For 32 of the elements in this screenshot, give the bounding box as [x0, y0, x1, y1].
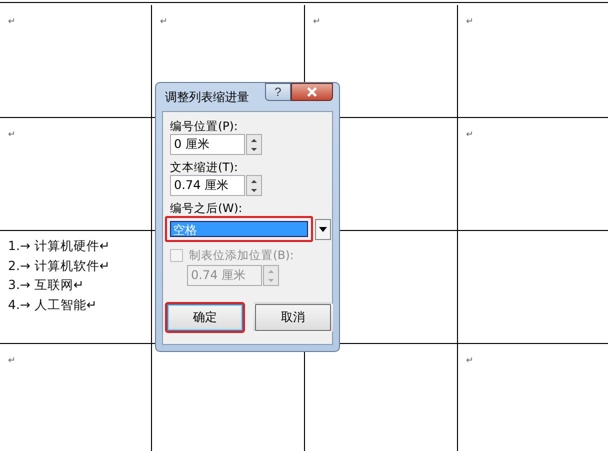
checkbox-label: 制表位添加位置(B): [189, 248, 294, 262]
cancel-button[interactable]: 取消 [253, 302, 333, 333]
dropdown-arrow-button[interactable] [315, 218, 331, 240]
list-item: 3.→ 互联网↵ [8, 276, 85, 294]
dropdown-value: 空格 [170, 221, 308, 237]
caret-icon [319, 226, 327, 232]
paragraph-mark: ↵ [466, 356, 474, 366]
field-label: 文本缩进(T): [170, 159, 238, 175]
field-label: 编号位置(P): [170, 118, 238, 134]
spin-arrows-icon [268, 268, 274, 282]
spin-arrows-icon [251, 138, 257, 152]
paragraph-mark: ↵ [8, 356, 16, 366]
close-icon [306, 87, 318, 97]
spin-buttons[interactable] [246, 134, 262, 155]
ok-button[interactable]: 确定 [165, 302, 245, 333]
list-item: 4.→ 人工智能↵ [8, 296, 98, 314]
spin-buttons[interactable] [246, 175, 262, 196]
paragraph-mark: ↵ [466, 130, 474, 140]
close-button[interactable] [291, 83, 333, 101]
number-position-field[interactable]: 0 厘米 [170, 134, 245, 155]
list-item: 2.→ 计算机软件↵ [8, 256, 111, 274]
help-button[interactable]: ? [265, 83, 291, 101]
paragraph-mark: ↵ [8, 130, 16, 140]
paragraph-mark: ↵ [160, 17, 168, 27]
field-label: 编号之后(W): [170, 200, 242, 216]
text-indent-field[interactable]: 0.74 厘米 [170, 175, 245, 196]
dialog-title: 调整列表缩进量 [164, 88, 249, 106]
paragraph-mark: ↵ [313, 17, 321, 27]
paragraph-mark: ↵ [466, 17, 474, 27]
list-item: 1.→ 计算机硬件↵ [8, 237, 111, 255]
spin-arrows-icon [251, 178, 257, 192]
paragraph-mark: ↵ [8, 17, 16, 27]
